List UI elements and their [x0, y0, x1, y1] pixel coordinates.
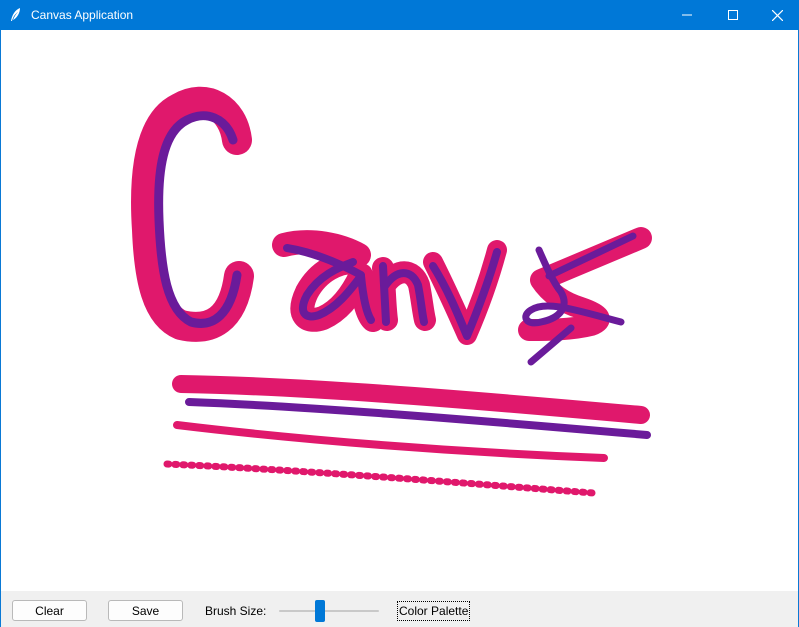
window-title: Canvas Application [31, 8, 134, 22]
brush-size-label: Brush Size: [205, 604, 267, 618]
close-button[interactable] [754, 0, 799, 30]
pink-underline-2 [173, 421, 608, 462]
pink-underline-1 [172, 375, 650, 424]
color-palette-button[interactable]: Color Palette [397, 601, 471, 621]
brush-size-slider[interactable] [279, 600, 379, 622]
toolbar: Clear Save Brush Size: Color Palette [1, 591, 798, 627]
maximize-button[interactable] [710, 0, 756, 30]
pink-underline-3 [163, 460, 597, 497]
slider-track[interactable] [279, 610, 379, 612]
minimize-button[interactable] [664, 0, 710, 30]
save-button[interactable]: Save [108, 600, 183, 621]
clear-button[interactable]: Clear [12, 600, 87, 621]
feather-icon [9, 7, 23, 23]
pink-letter-s [518, 227, 652, 341]
title-bar: Canvas Application [0, 0, 799, 30]
drawing-surface[interactable] [1, 30, 798, 591]
close-icon [771, 9, 783, 21]
drawing-canvas[interactable] [1, 30, 798, 591]
maximize-icon [728, 10, 738, 20]
minimize-icon [682, 10, 692, 20]
slider-thumb[interactable] [315, 600, 325, 622]
